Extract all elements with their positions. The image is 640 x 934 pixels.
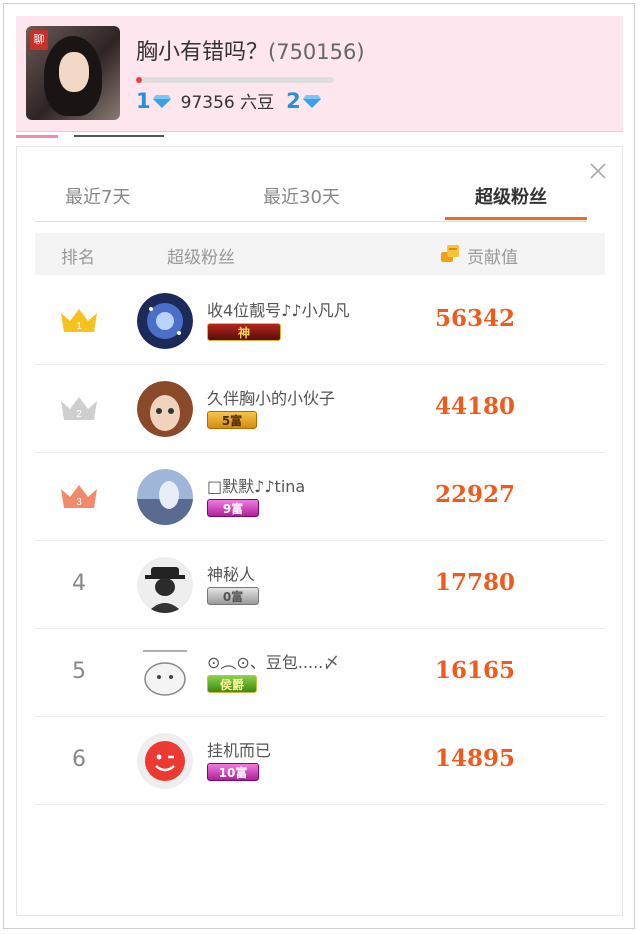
header-contribution: 贡献值 <box>467 248 518 268</box>
rank-badge: 5富 <box>207 411 257 429</box>
tab-30-days[interactable]: 最近30天 <box>263 183 340 209</box>
anchor-avatar[interactable]: 聊 <box>26 26 120 120</box>
contribution-score: 16165 <box>435 657 516 684</box>
table-row[interactable]: 1 收4位靓号♪♪小凡凡 神 56342 <box>35 277 605 365</box>
tab-7-days[interactable]: 最近7天 <box>65 183 130 209</box>
contribution-score: 56342 <box>435 305 516 332</box>
fan-name[interactable]: ⊙︵⊙、豆包.....〆 <box>207 649 339 673</box>
sketch-avatar-icon[interactable] <box>137 645 193 701</box>
header-rank: 排名 <box>61 248 95 268</box>
fan-name[interactable]: 挂机而已 <box>207 737 271 761</box>
rank-badge: 10富 <box>207 763 259 781</box>
coins-icon <box>441 245 459 262</box>
header-divider <box>16 132 623 146</box>
room-id: (750156) <box>268 40 365 64</box>
anchor-header: 聊 胸小有错吗？(750156) 1 97356 六豆 2 <box>16 16 623 132</box>
crown-rank-number: 2 <box>76 409 82 420</box>
gold-crown-icon: 1 <box>61 309 97 332</box>
anchor-title: 胸小有错吗？ <box>136 40 269 65</box>
mystery-avatar-icon[interactable] <box>137 557 193 613</box>
anime-avatar-icon[interactable] <box>137 469 193 525</box>
tab-super-fans[interactable]: 超级粉丝 <box>475 183 547 209</box>
header-fans: 超级粉丝 <box>167 248 235 268</box>
table-header: 排名 超级粉丝 贡献值 <box>35 233 605 275</box>
crown-rank-number: 1 <box>76 321 82 332</box>
bronze-crown-icon: 3 <box>61 485 97 508</box>
doll-avatar-icon[interactable] <box>137 381 193 437</box>
bean-count: 97356 六豆 <box>180 93 275 113</box>
fan-name[interactable]: 神秘人 <box>207 561 255 585</box>
contribution-score: 22927 <box>435 481 516 508</box>
tab-bar: 最近7天 最近30天 超级粉丝 <box>35 177 587 222</box>
anchor-stats: 1 97356 六豆 2 <box>136 88 321 113</box>
divider-accent <box>16 135 58 138</box>
contribution-score: 14895 <box>435 745 516 772</box>
rank-number: 5 <box>72 659 86 684</box>
table-row[interactable]: 6 挂机而已 10富 14895 <box>35 717 605 805</box>
diamond-icon <box>302 94 321 108</box>
table-row[interactable]: 4 神秘人 0富 17780 <box>35 541 605 629</box>
table-row[interactable]: 3 □默默♪♪tina 9富 22927 <box>35 453 605 541</box>
rank-badge: 0富 <box>207 587 259 605</box>
fan-name[interactable]: 久伴胸小的小伙子 <box>207 385 335 409</box>
close-icon[interactable] <box>588 161 608 181</box>
level-left: 1 <box>136 88 151 113</box>
avatar-face <box>59 52 89 92</box>
rank-number: 6 <box>72 747 86 772</box>
galaxy-avatar-icon[interactable] <box>137 293 193 349</box>
fan-name[interactable]: □默默♪♪tina <box>207 473 305 497</box>
smiley-avatar-icon[interactable] <box>137 733 193 789</box>
active-tab-indicator <box>445 217 587 220</box>
rank-badge: 侯爵 <box>207 675 257 693</box>
level-right: 2 <box>286 88 301 113</box>
avatar-stamp: 聊 <box>30 30 48 50</box>
rank-number: 4 <box>72 571 86 596</box>
crown-rank-number: 3 <box>76 497 82 508</box>
divider-line <box>74 135 164 137</box>
table-row[interactable]: 5 ⊙︵⊙、豆包.....〆 侯爵 16165 <box>35 629 605 717</box>
rank-badge: 神 <box>207 323 281 341</box>
level-progress-bar <box>136 77 334 83</box>
contribution-score: 44180 <box>435 393 516 420</box>
rank-badge: 9富 <box>207 499 259 517</box>
level-progress-fill <box>136 77 142 83</box>
anchor-title-line: 胸小有错吗？(750156) <box>136 34 365 66</box>
fan-name[interactable]: 收4位靓号♪♪小凡凡 <box>207 297 350 321</box>
fan-ranking-panel: 最近7天 最近30天 超级粉丝 排名 超级粉丝 贡献值 1 收4位靓号♪♪小凡凡… <box>16 146 623 916</box>
table-row[interactable]: 2 久伴胸小的小伙子 5富 44180 <box>35 365 605 453</box>
silver-crown-icon: 2 <box>61 397 97 420</box>
diamond-icon <box>152 94 171 108</box>
contribution-score: 17780 <box>435 569 516 596</box>
